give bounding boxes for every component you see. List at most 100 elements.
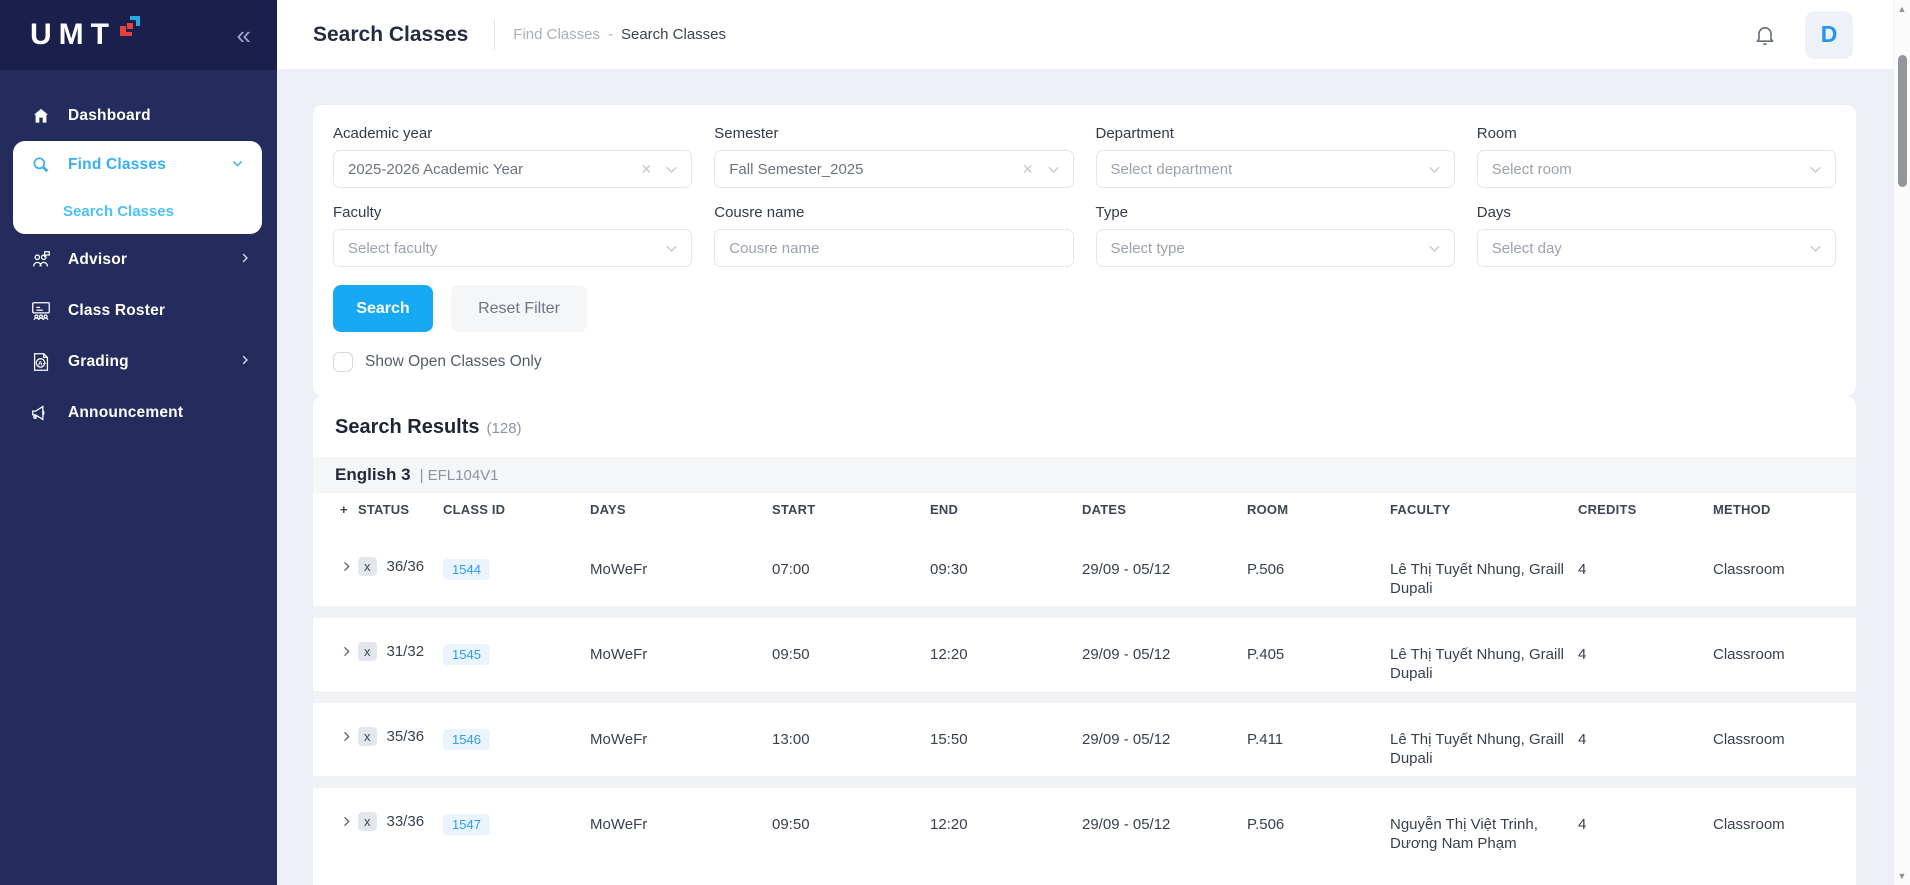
days-cell: MoWeFr [590,646,648,663]
class-id-cell: 1546 [443,729,590,750]
sidebar-collapse-button[interactable]: « [237,22,251,48]
home-icon [30,105,52,127]
course-name-input[interactable] [714,229,1074,267]
faculty-cell: Lê Thị Tuyết Nhung, Graill Dupali [1390,731,1564,767]
academic-year-select[interactable]: 2025-2026 Academic Year ✕ [333,150,693,188]
class-id-badge[interactable]: 1547 [443,814,490,835]
credits-cell: 4 [1578,731,1587,748]
room-cell: P.411 [1247,731,1284,748]
dates-cell: 29/09 - 05/12 [1082,816,1171,833]
days-select[interactable]: Select day [1476,229,1836,267]
row-expand-chevron-icon[interactable] [340,814,358,833]
table-row: x 35/36 1546 MoWeFr 13:00 15:50 29/09 - … [313,703,1856,788]
room-cell: P.506 [1247,816,1285,833]
class-id-badge[interactable]: 1546 [443,729,490,750]
filter-panel: Academic year 2025-2026 Academic Year ✕ … [313,105,1856,396]
show-open-classes-checkbox[interactable] [333,352,353,372]
results-title-row: Search Results (128) [335,416,1856,439]
field-label: Academic year [333,125,433,142]
bell-icon[interactable] [1753,23,1777,47]
table-row: x 36/36 1544 MoWeFr 07:00 09:30 29/09 - … [313,533,1856,618]
status-cell: x 31/32 [358,642,443,661]
checkbox-label: Show Open Classes Only [365,353,542,370]
semester-select[interactable]: Fall Semester_2025 ✕ [714,150,1074,188]
field-label: Days [1476,204,1511,221]
status-cell: x 33/36 [358,812,443,831]
sidebar-item-find-classes[interactable]: Find Classes [13,141,262,189]
search-button[interactable]: Search [333,285,433,332]
chevron-down-icon [1427,241,1442,256]
logo-text: UMT [30,18,116,51]
sidebar-item-advisor[interactable]: Advisor [0,234,277,285]
faculty-cell: Lê Thị Tuyết Nhung, Graill Dupali [1390,646,1564,682]
credits-cell: 4 [1578,561,1587,578]
search-icon [30,154,52,176]
filter-field-room: Room Select room [1476,125,1836,188]
sidebar-item-label: Find Classes [68,156,167,173]
sidebar-item-label: Dashboard [68,106,151,124]
room-cell: P.506 [1247,561,1285,578]
department-select[interactable]: Select department [1095,150,1455,188]
filter-field-academic-year: Academic year 2025-2026 Academic Year ✕ [333,125,693,188]
class-id-badge[interactable]: 1544 [443,559,490,580]
breadcrumb: Find Classes - Search Classes [513,26,726,43]
sidebar-item-announcement[interactable]: Announcement [0,387,277,438]
row-expand-chevron-icon[interactable] [340,644,358,663]
dates-cell: 29/09 - 05/12 [1082,731,1171,748]
clear-icon[interactable]: ✕ [1022,161,1034,178]
course-code: | EFL104V1 [419,466,499,484]
reset-filter-button[interactable]: Reset Filter [451,285,587,332]
field-label: Semester [714,125,779,142]
breadcrumb-parent[interactable]: Find Classes [513,26,600,43]
scrollbar-up-arrow[interactable]: ▲ [1894,4,1910,14]
grading-icon: A+ [30,351,52,373]
expand-all-header[interactable]: + [340,502,358,517]
type-select[interactable]: Select type [1095,229,1455,267]
sidebar-item-class-roster[interactable]: Class Roster [0,285,277,336]
vertical-scrollbar[interactable]: ▲ ▼ [1893,0,1910,885]
table-row: x 33/36 1547 MoWeFr 09:50 12:20 29/09 - … [313,788,1856,867]
avatar[interactable]: D [1805,10,1853,59]
status-x-badge: x [358,642,377,661]
sidebar-item-dashboard[interactable]: Dashboard [0,90,277,141]
room-select[interactable]: Select room [1476,150,1836,188]
room-cell: P.405 [1247,646,1285,663]
chevron-down-icon [1808,241,1823,256]
umt-logo: UMT [30,16,142,52]
column-header-class-id: CLASS ID [443,501,506,517]
table-row: x 31/32 1545 MoWeFr 09:50 12:20 29/09 - … [313,618,1856,703]
status-x-badge: x [358,812,377,831]
clear-icon[interactable]: ✕ [641,161,653,178]
end-cell: 12:20 [930,646,968,663]
sidebar-item-grading[interactable]: A+ Grading [0,336,277,387]
class-roster-icon [30,300,52,322]
page-title: Search Classes [313,22,469,46]
field-label: Room [1476,125,1517,142]
filter-field-semester: Semester Fall Semester_2025 ✕ [714,125,1074,188]
filter-field-department: Department Select department [1095,125,1455,188]
end-cell: 15:50 [930,731,968,748]
seats-count: 31/32 [386,643,425,660]
start-cell: 13:00 [772,731,810,748]
faculty-select[interactable]: Select faculty [333,229,693,267]
select-placeholder: Select type [1110,239,1185,257]
select-value: Fall Semester_2025 [729,160,864,178]
row-expand-chevron-icon[interactable] [340,729,358,748]
class-id-badge[interactable]: 1545 [443,644,490,665]
method-cell: Classroom [1713,731,1785,748]
row-expand-chevron-icon[interactable] [340,559,358,578]
results-rows: x 36/36 1544 MoWeFr 07:00 09:30 29/09 - … [313,533,1856,867]
advisor-icon [30,249,52,271]
breadcrumb-current: Search Classes [620,26,727,43]
filter-field-days: Days Select day [1476,204,1836,267]
results-title: Search Results [335,416,480,438]
method-cell: Classroom [1713,646,1785,663]
method-cell: Classroom [1713,561,1785,578]
faculty-cell: Lê Thị Tuyết Nhung, Graill Dupali [1390,561,1564,597]
column-header-method: METHOD [1713,501,1771,517]
scrollbar-thumb[interactable] [1898,55,1907,187]
chevron-down-icon [1046,162,1061,177]
column-header-dates: DATES [1082,501,1127,517]
scrollbar-down-arrow[interactable]: ▼ [1894,871,1910,881]
sidebar-item-search-classes[interactable]: Search Classes [13,189,262,234]
